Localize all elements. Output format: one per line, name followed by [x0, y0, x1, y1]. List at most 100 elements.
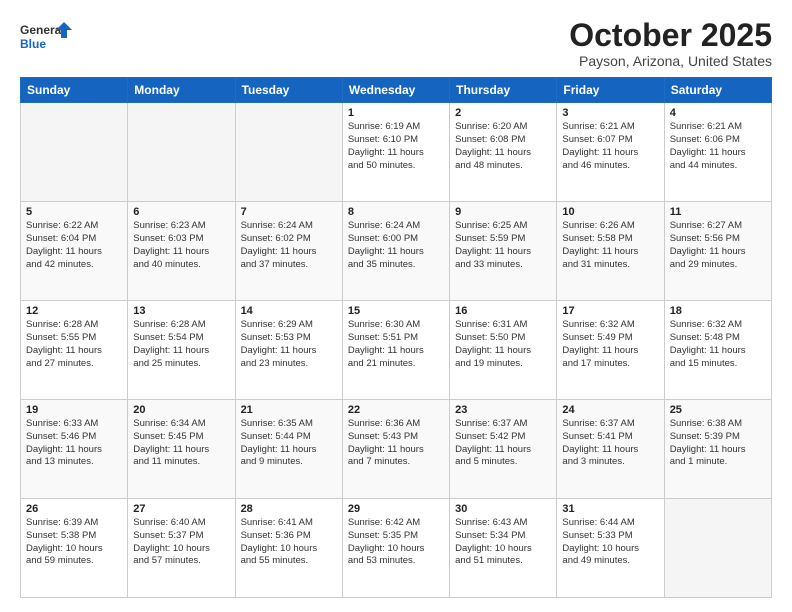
day-number: 20 [133, 404, 229, 416]
table-cell: 9 Sunrise: 6:25 AM Sunset: 5:59 PM Daylig… [450, 202, 557, 301]
table-cell: 7 Sunrise: 6:24 AM Sunset: 6:02 PM Daylig… [235, 202, 342, 301]
table-cell: 4 Sunrise: 6:21 AM Sunset: 6:06 PM Daylig… [664, 103, 771, 202]
table-cell: 28 Sunrise: 6:41 AM Sunset: 5:36 PM Dayli… [235, 499, 342, 598]
table-cell: 3 Sunrise: 6:21 AM Sunset: 6:07 PM Daylig… [557, 103, 664, 202]
day-info: Sunrise: 6:38 AM Sunset: 5:39 PM Dayligh… [670, 418, 766, 469]
header-wednesday: Wednesday [342, 78, 449, 103]
table-cell [128, 103, 235, 202]
table-cell: 10 Sunrise: 6:26 AM Sunset: 5:58 PM Dayli… [557, 202, 664, 301]
table-cell: 15 Sunrise: 6:30 AM Sunset: 5:51 PM Dayli… [342, 301, 449, 400]
table-cell: 24 Sunrise: 6:37 AM Sunset: 5:41 PM Dayli… [557, 400, 664, 499]
table-cell [664, 499, 771, 598]
table-cell: 6Sunrise: 6:23 AM Sunset: 6:03 PM Daylig… [128, 202, 235, 301]
table-cell: 27 Sunrise: 6:40 AM Sunset: 5:37 PM Dayli… [128, 499, 235, 598]
table-cell: 20 Sunrise: 6:34 AM Sunset: 5:45 PM Dayli… [128, 400, 235, 499]
table-cell: 29 Sunrise: 6:42 AM Sunset: 5:35 PM Dayli… [342, 499, 449, 598]
day-info: Sunrise: 6:41 AM Sunset: 5:36 PM Dayligh… [241, 517, 337, 568]
svg-text:Blue: Blue [20, 37, 46, 51]
day-info: Sunrise: 6:29 AM Sunset: 5:53 PM Dayligh… [241, 319, 337, 370]
day-number: 2 [455, 107, 551, 119]
day-number: 15 [348, 305, 444, 317]
month-title: October 2025 [569, 18, 772, 53]
day-info: Sunrise: 6:26 AM Sunset: 5:58 PM Dayligh… [562, 220, 658, 271]
day-number: 11 [670, 206, 766, 218]
day-info: Sunrise: 6:40 AM Sunset: 5:37 PM Dayligh… [133, 517, 229, 568]
week-row-2: 5 Sunrise: 6:22 AM Sunset: 6:04 PM Daylig… [21, 202, 772, 301]
day-number: 31 [562, 503, 658, 515]
table-cell: 5 Sunrise: 6:22 AM Sunset: 6:04 PM Daylig… [21, 202, 128, 301]
day-info: Sunrise: 6:27 AM Sunset: 5:56 PM Dayligh… [670, 220, 766, 271]
day-number: 26 [26, 503, 122, 515]
day-number: 6 [133, 206, 229, 218]
day-number: 3 [562, 107, 658, 119]
day-number: 13 [133, 305, 229, 317]
day-info: Sunrise: 6:24 AM Sunset: 6:02 PM Dayligh… [241, 220, 337, 271]
day-number: 25 [670, 404, 766, 416]
day-info: Sunrise: 6:36 AM Sunset: 5:43 PM Dayligh… [348, 418, 444, 469]
table-cell: 30 Sunrise: 6:43 AM Sunset: 5:34 PM Dayli… [450, 499, 557, 598]
day-number: 22 [348, 404, 444, 416]
week-row-4: 19Sunrise: 6:33 AM Sunset: 5:46 PM Dayli… [21, 400, 772, 499]
table-cell: 23Sunrise: 6:37 AM Sunset: 5:42 PM Dayli… [450, 400, 557, 499]
day-info: Sunrise: 6:43 AM Sunset: 5:34 PM Dayligh… [455, 517, 551, 568]
header-thursday: Thursday [450, 78, 557, 103]
week-row-1: 1 Sunrise: 6:19 AM Sunset: 6:10 PM Daylig… [21, 103, 772, 202]
day-info: Sunrise: 6:24 AM Sunset: 6:00 PM Dayligh… [348, 220, 444, 271]
header-sunday: Sunday [21, 78, 128, 103]
table-cell [21, 103, 128, 202]
week-row-3: 12Sunrise: 6:28 AM Sunset: 5:55 PM Dayli… [21, 301, 772, 400]
day-number: 5 [26, 206, 122, 218]
logo-svg: General Blue [20, 18, 72, 54]
table-cell: 8 Sunrise: 6:24 AM Sunset: 6:00 PM Daylig… [342, 202, 449, 301]
day-info: Sunrise: 6:22 AM Sunset: 6:04 PM Dayligh… [26, 220, 122, 271]
table-cell: 12Sunrise: 6:28 AM Sunset: 5:55 PM Dayli… [21, 301, 128, 400]
table-cell: 31Sunrise: 6:44 AM Sunset: 5:33 PM Dayli… [557, 499, 664, 598]
weekday-header-row: Sunday Monday Tuesday Wednesday Thursday… [21, 78, 772, 103]
day-info: Sunrise: 6:19 AM Sunset: 6:10 PM Dayligh… [348, 121, 444, 172]
day-number: 7 [241, 206, 337, 218]
day-info: Sunrise: 6:28 AM Sunset: 5:54 PM Dayligh… [133, 319, 229, 370]
day-info: Sunrise: 6:30 AM Sunset: 5:51 PM Dayligh… [348, 319, 444, 370]
day-number: 1 [348, 107, 444, 119]
calendar-table: Sunday Monday Tuesday Wednesday Thursday… [20, 77, 772, 598]
page: General Blue October 2025 Payson, Arizon… [0, 0, 792, 612]
day-number: 9 [455, 206, 551, 218]
day-number: 10 [562, 206, 658, 218]
day-info: Sunrise: 6:42 AM Sunset: 5:35 PM Dayligh… [348, 517, 444, 568]
location: Payson, Arizona, United States [569, 53, 772, 69]
day-info: Sunrise: 6:21 AM Sunset: 6:07 PM Dayligh… [562, 121, 658, 172]
day-number: 4 [670, 107, 766, 119]
day-number: 23 [455, 404, 551, 416]
day-number: 24 [562, 404, 658, 416]
day-number: 30 [455, 503, 551, 515]
day-info: Sunrise: 6:21 AM Sunset: 6:06 PM Dayligh… [670, 121, 766, 172]
header-saturday: Saturday [664, 78, 771, 103]
day-number: 27 [133, 503, 229, 515]
table-cell: 18Sunrise: 6:32 AM Sunset: 5:48 PM Dayli… [664, 301, 771, 400]
table-cell: 17Sunrise: 6:32 AM Sunset: 5:49 PM Dayli… [557, 301, 664, 400]
table-cell: 26Sunrise: 6:39 AM Sunset: 5:38 PM Dayli… [21, 499, 128, 598]
header-friday: Friday [557, 78, 664, 103]
day-info: Sunrise: 6:33 AM Sunset: 5:46 PM Dayligh… [26, 418, 122, 469]
table-cell: 1 Sunrise: 6:19 AM Sunset: 6:10 PM Daylig… [342, 103, 449, 202]
day-info: Sunrise: 6:20 AM Sunset: 6:08 PM Dayligh… [455, 121, 551, 172]
day-number: 29 [348, 503, 444, 515]
week-row-5: 26Sunrise: 6:39 AM Sunset: 5:38 PM Dayli… [21, 499, 772, 598]
day-info: Sunrise: 6:28 AM Sunset: 5:55 PM Dayligh… [26, 319, 122, 370]
table-cell: 25 Sunrise: 6:38 AM Sunset: 5:39 PM Dayli… [664, 400, 771, 499]
day-info: Sunrise: 6:32 AM Sunset: 5:49 PM Dayligh… [562, 319, 658, 370]
day-number: 14 [241, 305, 337, 317]
day-number: 18 [670, 305, 766, 317]
header-monday: Monday [128, 78, 235, 103]
day-info: Sunrise: 6:34 AM Sunset: 5:45 PM Dayligh… [133, 418, 229, 469]
day-number: 8 [348, 206, 444, 218]
table-cell: 21Sunrise: 6:35 AM Sunset: 5:44 PM Dayli… [235, 400, 342, 499]
day-number: 21 [241, 404, 337, 416]
day-info: Sunrise: 6:37 AM Sunset: 5:41 PM Dayligh… [562, 418, 658, 469]
table-cell: 13 Sunrise: 6:28 AM Sunset: 5:54 PM Dayli… [128, 301, 235, 400]
table-cell: 16Sunrise: 6:31 AM Sunset: 5:50 PM Dayli… [450, 301, 557, 400]
day-number: 28 [241, 503, 337, 515]
table-cell: 2 Sunrise: 6:20 AM Sunset: 6:08 PM Daylig… [450, 103, 557, 202]
table-cell: 22 Sunrise: 6:36 AM Sunset: 5:43 PM Dayli… [342, 400, 449, 499]
day-info: Sunrise: 6:25 AM Sunset: 5:59 PM Dayligh… [455, 220, 551, 271]
